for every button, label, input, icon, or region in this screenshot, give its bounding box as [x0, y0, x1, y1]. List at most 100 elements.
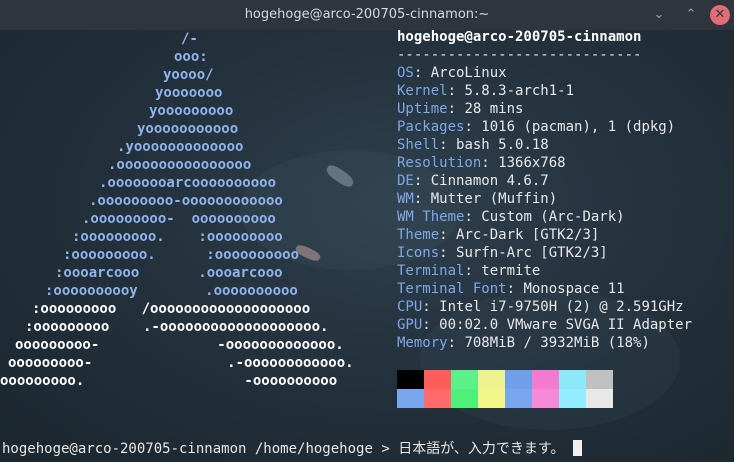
info-colon: :: [447, 335, 465, 351]
info-value: 708MiB / 3932MiB (18%): [464, 335, 650, 351]
info-colon: :: [422, 299, 440, 315]
info-colon: :: [413, 173, 431, 189]
info-row: WM Theme: Custom (Arc-Dark): [397, 208, 625, 226]
info-colon: :: [439, 137, 457, 153]
window-title: hogehoge@arco-200705-cinnamon:~: [244, 7, 490, 22]
info-key: WM Theme: [397, 209, 465, 225]
info-colon: :: [439, 227, 457, 243]
logo-line: :oooarcooo .oooarcooo: [55, 265, 283, 281]
info-colon: :: [481, 155, 499, 171]
info-value: ArcoLinux: [430, 65, 507, 81]
maximize-button[interactable]: ⌃: [682, 6, 700, 24]
info-row: Kernel: 5.8.3-arch1-1: [397, 82, 574, 100]
logo-line: .yooooooooooooo: [117, 139, 244, 155]
logo-line: :ooooooooo. :ooooooooo: [72, 229, 283, 245]
info-key: Icons: [397, 245, 440, 261]
prompt-input[interactable]: 日本語が、入力できます。: [398, 441, 564, 457]
logo-line: ooooooooo- .-oooooooooooo.: [8, 355, 354, 371]
logo-line: /-: [181, 31, 198, 47]
info-row: Terminal Font: Monospace 11: [397, 280, 625, 298]
minimize-button[interactable]: ⌄: [650, 6, 668, 24]
shell-prompt[interactable]: hogehoge@arco-200705-cinnamon /home/hoge…: [2, 440, 582, 458]
info-row: OS: ArcoLinux: [397, 64, 507, 82]
info-colon: :: [422, 317, 440, 333]
info-row: Packages: 1016 (pacman), 1 (dpkg): [397, 118, 675, 136]
logo-line: :ooooooooo. :oooooooooo: [63, 247, 300, 263]
info-value: Monospace 11: [523, 281, 625, 297]
info-row: WM: Mutter (Muffin): [397, 190, 557, 208]
color-swatch: [532, 389, 559, 408]
info-value: Custom (Arc-Dark): [481, 209, 625, 225]
info-value: 28 mins: [464, 101, 524, 117]
info-row: Resolution: 1366x768: [397, 154, 566, 172]
info-key: OS: [397, 65, 414, 81]
info-row: Memory: 708MiB / 3932MiB (18%): [397, 334, 650, 352]
color-swatch: [559, 389, 586, 408]
logo-line: :oooooooooy .oooooooooo: [45, 283, 298, 299]
logo-line: yooooooooooo: [137, 121, 239, 137]
info-colon: :: [413, 191, 431, 207]
logo-line: .oooooooooooooooo: [108, 157, 252, 173]
info-row: Icons: Surfn-Arc [GTK2/3]: [397, 244, 608, 262]
info-key: Packages: [397, 119, 465, 135]
info-key: Shell: [397, 137, 440, 153]
color-swatch: [586, 389, 613, 408]
info-user-host: hogehoge@arco-200705-cinnamon: [397, 30, 642, 45]
info-row: DE: Cinnamon 4.6.7: [397, 172, 549, 190]
logo-line: :ooooooooo .-ooooooooooooooooooo.: [25, 319, 329, 335]
info-value: Mutter (Muffin): [430, 191, 558, 207]
logo-line: ooooooooo- -ooooooooooooo.: [15, 337, 344, 353]
info-value: Cinnamon 4.6.7: [430, 173, 549, 189]
close-button[interactable]: ✕: [710, 5, 730, 25]
info-value: Arc-Dark [GTK2/3]: [456, 227, 600, 243]
logo-line: yoooo/: [163, 67, 214, 83]
prompt-path: /home/hogehoge: [254, 441, 373, 457]
info-key: DE: [397, 173, 414, 189]
color-swatch: [397, 389, 424, 408]
logo-line: .ooooooooo-oooooooooooo: [89, 193, 283, 209]
info-row: CPU: Intel i7-9750H (2) @ 2.591GHz: [397, 298, 684, 316]
color-swatch: [505, 389, 532, 408]
info-colon: :: [464, 263, 482, 279]
title-bar: hogehoge@arco-200705-cinnamon:~ ⌄ ⌃ ✕: [0, 0, 734, 30]
color-swatch: [478, 389, 505, 408]
logo-line: ooooooooo. -oooooooooo: [0, 373, 338, 389]
text-cursor: [572, 440, 582, 456]
info-row: Theme: Arc-Dark [GTK2/3]: [397, 226, 599, 244]
info-key: Terminal Font: [397, 281, 507, 297]
color-swatch: [451, 370, 478, 389]
info-value: 1366x768: [498, 155, 566, 171]
info-value: 5.8.3-arch1-1: [464, 83, 575, 99]
color-swatch: [559, 370, 586, 389]
info-key: GPU: [397, 317, 423, 333]
info-value: termite: [481, 263, 541, 279]
info-key: Memory: [397, 335, 448, 351]
color-swatch: [451, 389, 478, 408]
logo-line: .ooooooooo- oooooooooo: [82, 211, 276, 227]
info-value: Surfn-Arc [GTK2/3]: [456, 245, 608, 261]
terminal-area[interactable]: /- ooo: yoooo/yooooooo yooooooooo yooooooooo…: [0, 30, 734, 462]
info-key: CPU: [397, 299, 423, 315]
info-colon: :: [439, 245, 457, 261]
info-colon: :: [464, 209, 482, 225]
info-value: 1016 (pacman), 1 (dpkg): [481, 119, 676, 135]
color-swatch: [424, 370, 451, 389]
info-colon: :: [447, 83, 465, 99]
info-key: Theme: [397, 227, 440, 243]
info-row: GPU: 00:02.0 VMware SVGA II Adapter: [397, 316, 692, 334]
info-row: Uptime: 28 mins: [397, 100, 523, 118]
info-row: Shell: bash 5.0.18: [397, 136, 549, 154]
color-swatch: [505, 370, 532, 389]
logo-line: .oooooooarcoooooooooo: [99, 175, 277, 191]
color-swatch: [478, 370, 505, 389]
info-colon: :: [506, 281, 524, 297]
logo-line: ooo:: [174, 49, 208, 65]
info-key: Uptime: [397, 101, 448, 117]
color-swatch: [424, 389, 451, 408]
info-separator: -----------------------------: [397, 47, 642, 63]
info-key: WM: [397, 191, 414, 207]
logo-line: :ooooooooo /ooooooooooooooooooo: [32, 301, 311, 317]
info-value: Intel i7-9750H (2) @ 2.591GHz: [439, 299, 684, 315]
logo-line: yooooooooo: [149, 103, 234, 119]
info-key: Kernel: [397, 83, 448, 99]
